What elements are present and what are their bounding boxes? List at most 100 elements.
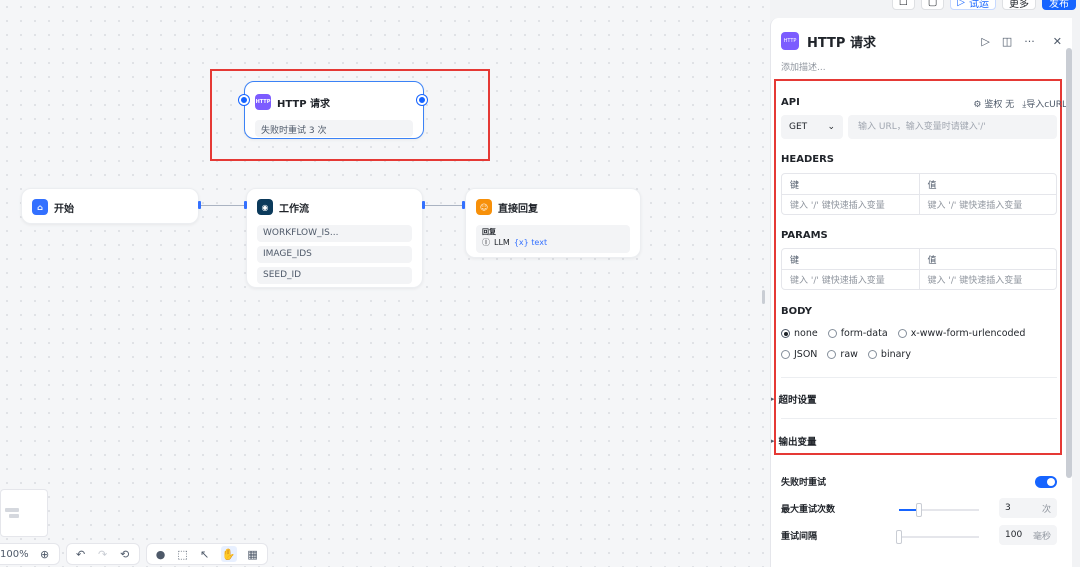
headers-col-key: 键 (790, 180, 800, 191)
variables-icon: ▢ (927, 0, 938, 8)
body-radio-none[interactable]: none (781, 328, 818, 339)
workflow-param-row: SEED_ID (257, 267, 412, 284)
param-key-input[interactable]: 键入 '/' 键快速插入变量 (782, 270, 919, 289)
workflow-input-port[interactable] (244, 201, 247, 209)
header-key-input[interactable]: 键入 '/' 键快速插入变量 (782, 195, 919, 214)
retry-toggle[interactable] (1035, 475, 1057, 488)
history-icon[interactable]: ⟲ (119, 548, 131, 561)
method-select[interactable]: GET ⌄ (781, 115, 843, 139)
retry-interval-slider[interactable] (896, 530, 979, 544)
divider (781, 377, 1057, 378)
redo-icon[interactable]: ↷ (97, 548, 109, 561)
more-icon[interactable]: ··· (1024, 35, 1035, 48)
workflow-param-row: WORKFLOW_IS... (257, 225, 412, 242)
url-input[interactable] (848, 115, 1057, 139)
auth-label: 鉴权 无 (984, 100, 1015, 110)
http-node-retry: 失败时重试 3 次 (255, 120, 413, 137)
import-curl-link[interactable]: ⤓导入cURL (1022, 97, 1067, 110)
slider-thumb[interactable] (896, 530, 902, 544)
body-type-options: none form-data x-www-form-urlencoded (781, 328, 1025, 339)
max-retry-slider[interactable] (899, 503, 979, 517)
panel-resize-handle[interactable] (762, 290, 765, 304)
http-input-port[interactable] (239, 95, 249, 105)
history-controls: ↶ ↷ ⟲ (65, 543, 140, 565)
reply-llm: LLM (494, 238, 510, 247)
radio-label: none (794, 328, 818, 339)
timeout-settings-toggle[interactable]: ▸ 超时设置 (771, 392, 817, 406)
undo-icon[interactable]: ↶ (75, 548, 87, 561)
close-icon[interactable]: ✕ (1053, 35, 1062, 48)
body-radio-json[interactable]: JSON (781, 349, 817, 360)
node-config-panel: HTTP HTTP 请求 ▷ ◫ ··· ✕ 添加描述... API ⚙ 鉴权 … (770, 18, 1072, 567)
reply-content-box: 回复 Ⓘ LLM {x} text (476, 225, 630, 253)
pointer-icon[interactable]: ↖ (199, 548, 211, 561)
reply-node-title: 直接回复 (498, 203, 538, 215)
http-output-port[interactable] (417, 95, 427, 105)
caret-right-icon: ▸ (771, 395, 775, 403)
output-variables-toggle[interactable]: ▸ 输出变量 (771, 434, 817, 448)
reply-node[interactable]: ☺ 直接回复 回复 Ⓘ LLM {x} text (465, 188, 641, 258)
header-value-input[interactable]: 键入 '/' 键快速插入变量 (918, 195, 1057, 214)
retry-interval-input[interactable]: 100 毫秒 (999, 525, 1057, 545)
hand-icon[interactable]: ✋ (220, 546, 237, 562)
auth-link[interactable]: ⚙ 鉴权 无 (973, 97, 1014, 110)
param-value-input[interactable]: 键入 '/' 键快速插入变量 (918, 270, 1057, 289)
workflow-icon: ◉ (257, 199, 273, 215)
workflow-output-port[interactable] (422, 201, 425, 209)
comment-icon: ☐ (898, 0, 908, 8)
tool-controls: ● ⬚ ↖ ✋ ▦ (145, 543, 268, 565)
reply-label: 回复 (482, 228, 496, 236)
http-request-node[interactable]: HTTP HTTP 请求 失败时重试 3 次 (244, 81, 424, 139)
publish-button[interactable]: 发布 (1042, 0, 1076, 10)
start-output-port[interactable] (198, 201, 201, 209)
workflow-canvas[interactable]: HTTP HTTP 请求 失败时重试 3 次 ⌂ 开始 ◉ 工作流 WORKFL… (0, 0, 770, 567)
publish-label: 发布 (1049, 0, 1069, 10)
more-label: 更多 (1009, 0, 1029, 10)
reply-input-port[interactable] (462, 201, 465, 209)
panel-scrollbar[interactable] (1066, 48, 1072, 478)
comment-button[interactable]: ☐ (891, 0, 915, 10)
add-note-icon[interactable]: ⬚ (177, 548, 189, 561)
zoom-in-icon[interactable]: ⊕ (39, 548, 51, 561)
body-type-options-2: JSON raw binary (781, 349, 911, 360)
chevron-down-icon: ⌄ (827, 122, 835, 132)
variables-button[interactable]: ▢ (920, 0, 945, 10)
slider-thumb[interactable] (916, 503, 922, 517)
more-button[interactable]: 更多 (1002, 0, 1036, 10)
workflow-node[interactable]: ◉ 工作流 WORKFLOW_IS... IMAGE_IDS SEED_ID (246, 188, 423, 288)
zoom-control: 100% ⊕ (0, 543, 60, 565)
layout-icon[interactable]: ▦ (247, 548, 259, 561)
radio-label: form-data (840, 328, 888, 339)
minimap[interactable] (0, 489, 48, 537)
help-book-icon[interactable]: ◫ (1002, 35, 1012, 48)
output-label: 输出变量 (778, 437, 817, 448)
body-radio-form-data[interactable]: form-data (827, 328, 888, 339)
http-icon: HTTP (255, 94, 271, 110)
start-node[interactable]: ⌂ 开始 (21, 188, 199, 224)
run-node-icon[interactable]: ▷ (981, 35, 989, 48)
api-section-title: API (781, 97, 800, 108)
retry-interval-unit: 毫秒 (1032, 531, 1051, 542)
max-retry-input[interactable]: 3 次 (999, 498, 1057, 518)
panel-title: HTTP 请求 (807, 35, 876, 51)
method-value: GET (789, 122, 808, 132)
edge-workflow-reply (423, 205, 465, 206)
caret-right-icon: ▸ (771, 437, 775, 445)
body-radio-binary[interactable]: binary (867, 349, 911, 360)
zoom-level[interactable]: 100% (0, 549, 29, 560)
retry-interval-label: 重试间隔 (781, 532, 818, 542)
run-label: 试运 (969, 0, 989, 10)
headers-section-title: HEADERS (781, 154, 834, 165)
body-radio-raw[interactable]: raw (827, 349, 858, 360)
edge-start-workflow (199, 205, 245, 206)
description-input[interactable]: 添加描述... (771, 50, 1072, 73)
add-node-icon[interactable]: ● (155, 548, 167, 561)
radio-selected-icon (781, 329, 790, 338)
radio-icon (867, 350, 877, 359)
top-toolbar: ☐ ▢ ▷ 试运 更多 发布 (891, 0, 1076, 10)
body-radio-urlencoded[interactable]: x-www-form-urlencoded (897, 328, 1026, 339)
http-node-title: HTTP 请求 (277, 98, 331, 110)
run-button[interactable]: ▷ 试运 (950, 0, 996, 10)
workflow-node-title: 工作流 (279, 203, 309, 215)
radio-label: x-www-form-urlencoded (910, 328, 1026, 339)
